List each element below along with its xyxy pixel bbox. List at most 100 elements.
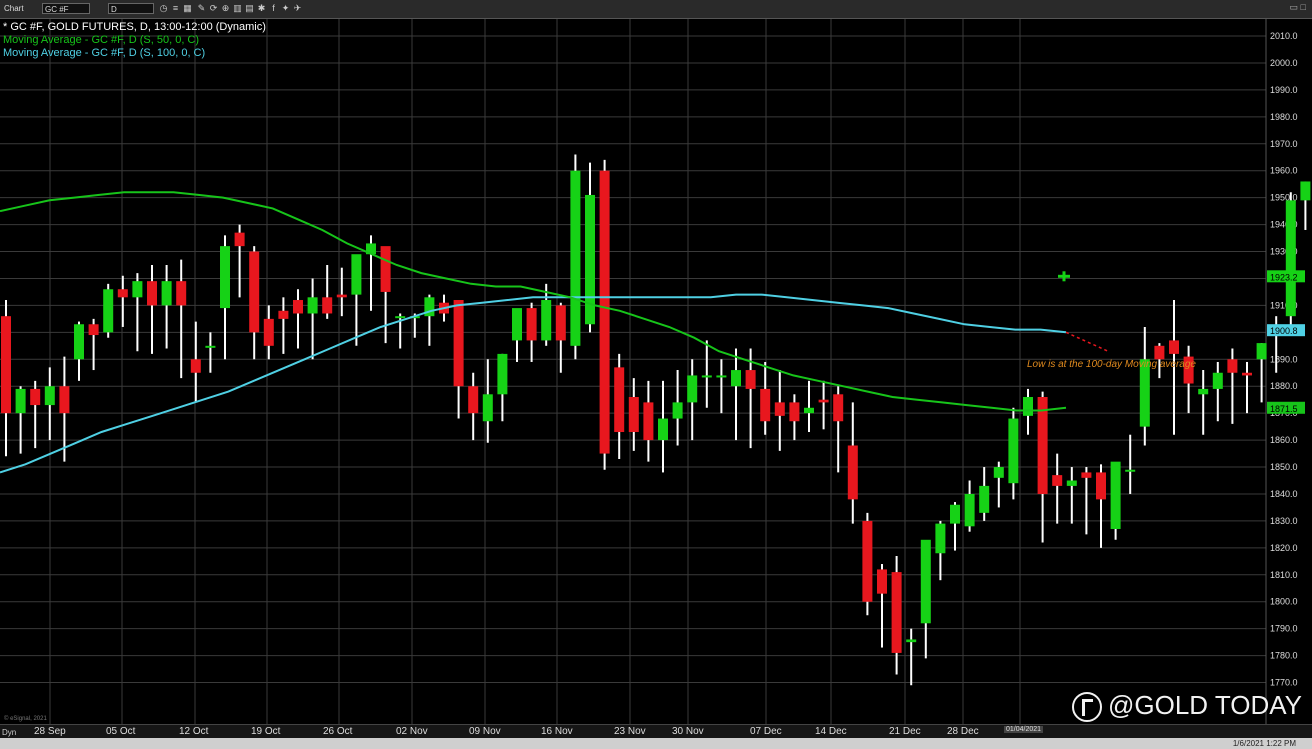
share-icon[interactable]: ✦: [280, 3, 291, 14]
watermark: @GOLD TODAY: [1072, 690, 1302, 723]
x-tick-label: 07 Dec: [750, 726, 782, 737]
x-tick-label: 05 Oct: [106, 726, 136, 737]
candle-down: [30, 388, 41, 406]
candle-down: [176, 281, 187, 306]
candle-up: [1285, 200, 1296, 317]
facebook-icon[interactable]: f: [268, 3, 279, 14]
candle-down: [322, 297, 333, 314]
settings-icon[interactable]: ✱: [256, 3, 267, 14]
candle-down: [599, 170, 610, 454]
interval-input[interactable]: D: [108, 3, 154, 14]
dyn-label: Dyn: [2, 728, 17, 737]
x-axis: 28 Sep 05 Oct 12 Oct 19 Oct 26 Oct 02 Nov 09 N…: [0, 724, 1312, 739]
candle-up: [1300, 181, 1311, 201]
x-tick-label: 19 Oct: [251, 726, 281, 737]
title-bar: Chart GC #F D ◷ ≡ ▦ ✎ ⟳ ⊕ ▥ ▤ ✱ f ✦ ✈ ▭ …: [0, 0, 1312, 19]
candle-up: [964, 493, 975, 527]
y-tick-label: 1830.0: [1270, 516, 1298, 526]
candle-up: [74, 324, 84, 360]
candle-down: [1, 316, 11, 414]
candle-down: [745, 370, 756, 389]
x-tick-label: 12 Oct: [179, 726, 209, 737]
candle-down: [1242, 372, 1252, 376]
price-chart[interactable]: 2010.02000.01990.01980.01970.01960.01950…: [0, 19, 1312, 724]
candle-down: [818, 399, 829, 403]
chart-style-icon[interactable]: ▥: [232, 3, 243, 14]
candle-down: [263, 318, 274, 346]
candle-down: [891, 572, 902, 653]
candle-up: [979, 485, 990, 513]
candle-up: [804, 407, 814, 414]
data-icon[interactable]: ▦: [182, 3, 193, 14]
candle-up: [935, 523, 946, 554]
candle-down: [628, 396, 639, 433]
candle-down: [1169, 340, 1179, 354]
candle-up: [1256, 343, 1267, 360]
y-tick-label: 2010.0: [1270, 31, 1298, 41]
zoom-icon[interactable]: ⊕: [220, 3, 231, 14]
x-tick-label: 02 Nov: [396, 726, 428, 737]
credit-text: © eSignal, 2021: [4, 716, 47, 722]
candle-up: [161, 281, 172, 306]
legend-ma100: Moving Average - GC #F, D (S, 100, 0, C): [3, 47, 206, 59]
candle-down: [643, 402, 654, 441]
candle-down: [249, 251, 260, 333]
candle-down: [380, 246, 391, 292]
x-tick-label: 30 Nov: [672, 726, 704, 737]
candle-up: [351, 254, 362, 295]
grid-icon[interactable]: ▤: [244, 3, 255, 14]
candle-up: [482, 394, 493, 422]
y-tick-label: 1970.0: [1270, 139, 1298, 149]
x-tick-label: 14 Dec: [815, 726, 847, 737]
candle-up: [1066, 480, 1077, 486]
candle-down: [336, 294, 347, 298]
candle-up: [950, 504, 960, 524]
symbol-input[interactable]: GC #F: [42, 3, 90, 14]
y-tick-label: 1890.0: [1270, 354, 1298, 364]
x-tick-label: 01/04/2021: [1004, 726, 1044, 733]
candle-down: [278, 310, 289, 319]
candle-down: [760, 388, 771, 422]
y-tick-label: 1960.0: [1270, 166, 1298, 176]
x-tick-label: 09 Nov: [469, 726, 501, 737]
x-tick-label: 16 Nov: [541, 726, 573, 737]
window-controls[interactable]: ▭ □: [1290, 2, 1306, 13]
candle-down: [877, 569, 887, 594]
candle-up: [906, 639, 917, 643]
candle-down: [147, 281, 157, 306]
candle-down: [190, 359, 201, 373]
price-marker-label: 1900.8: [1270, 326, 1298, 336]
legend-title: * GC #F, GOLD FUTURES, D, 13:00-12:00 (D…: [3, 21, 266, 33]
y-tick-label: 1840.0: [1270, 489, 1298, 499]
candle-up: [993, 467, 1004, 478]
pen-icon[interactable]: ✎: [196, 3, 207, 14]
x-tick-label: 23 Nov: [614, 726, 646, 737]
gold-today-logo-icon: [1072, 692, 1102, 723]
lines-icon[interactable]: ≡: [170, 3, 181, 14]
x-tick-label: 21 Dec: [889, 726, 921, 737]
candle-down: [1037, 396, 1048, 494]
y-tick-label: 1810.0: [1270, 570, 1298, 580]
x-tick-label: 28 Dec: [947, 726, 979, 737]
watermark-text: @GOLD TODAY: [1108, 690, 1302, 720]
candle-down: [1096, 472, 1106, 500]
y-tick-label: 1850.0: [1270, 462, 1298, 472]
candle-up: [395, 316, 406, 319]
candle-down: [1227, 359, 1238, 373]
link-icon[interactable]: ⟳: [208, 3, 219, 14]
candle-down: [293, 300, 303, 314]
candle-up: [658, 418, 668, 441]
candle-down: [774, 402, 785, 416]
candle-down: [117, 289, 128, 298]
candle-down: [526, 308, 537, 341]
candle-down: [614, 367, 625, 433]
candle-up: [687, 375, 698, 403]
candle-up: [731, 370, 741, 387]
candle-up: [920, 539, 931, 624]
clock-icon[interactable]: ◷: [158, 3, 169, 14]
candle-up: [541, 300, 552, 341]
window-title: Chart: [4, 4, 24, 13]
twitter-icon[interactable]: ✈: [292, 3, 303, 14]
candle-down: [833, 394, 844, 422]
candle-down: [234, 232, 245, 247]
